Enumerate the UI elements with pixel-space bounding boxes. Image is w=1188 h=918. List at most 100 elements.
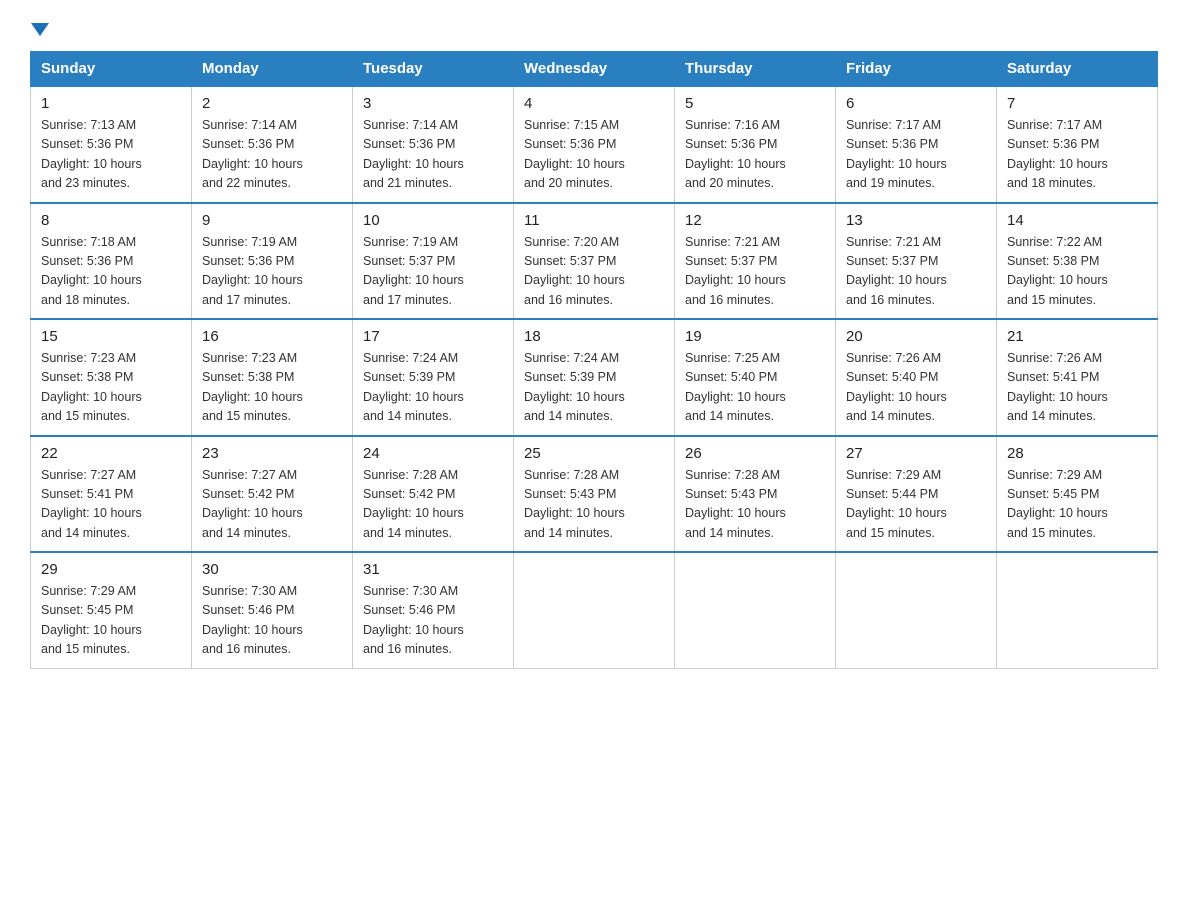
day-number: 2 — [202, 95, 342, 112]
calendar-cell: 26 Sunrise: 7:28 AMSunset: 5:43 PMDaylig… — [675, 436, 836, 553]
calendar-cell: 27 Sunrise: 7:29 AMSunset: 5:44 PMDaylig… — [836, 436, 997, 553]
calendar-cell: 25 Sunrise: 7:28 AMSunset: 5:43 PMDaylig… — [514, 436, 675, 553]
day-number: 5 — [685, 95, 825, 112]
day-number: 8 — [41, 212, 181, 229]
day-number: 4 — [524, 95, 664, 112]
calendar-cell — [675, 552, 836, 668]
calendar-cell: 1 Sunrise: 7:13 AMSunset: 5:36 PMDayligh… — [31, 86, 192, 203]
day-info: Sunrise: 7:29 AMSunset: 5:45 PMDaylight:… — [41, 584, 142, 656]
logo-triangle-icon — [31, 23, 49, 36]
day-info: Sunrise: 7:30 AMSunset: 5:46 PMDaylight:… — [202, 584, 303, 656]
day-info: Sunrise: 7:16 AMSunset: 5:36 PMDaylight:… — [685, 118, 786, 190]
day-number: 22 — [41, 445, 181, 462]
calendar-cell: 8 Sunrise: 7:18 AMSunset: 5:36 PMDayligh… — [31, 203, 192, 320]
day-number: 12 — [685, 212, 825, 229]
day-info: Sunrise: 7:19 AMSunset: 5:37 PMDaylight:… — [363, 235, 464, 307]
logo — [30, 20, 50, 33]
calendar-cell: 30 Sunrise: 7:30 AMSunset: 5:46 PMDaylig… — [192, 552, 353, 668]
calendar-cell: 3 Sunrise: 7:14 AMSunset: 5:36 PMDayligh… — [353, 86, 514, 203]
calendar-cell: 23 Sunrise: 7:27 AMSunset: 5:42 PMDaylig… — [192, 436, 353, 553]
calendar-cell: 24 Sunrise: 7:28 AMSunset: 5:42 PMDaylig… — [353, 436, 514, 553]
day-info: Sunrise: 7:14 AMSunset: 5:36 PMDaylight:… — [363, 118, 464, 190]
day-info: Sunrise: 7:25 AMSunset: 5:40 PMDaylight:… — [685, 351, 786, 423]
day-info: Sunrise: 7:27 AMSunset: 5:42 PMDaylight:… — [202, 468, 303, 540]
day-number: 7 — [1007, 95, 1147, 112]
day-info: Sunrise: 7:13 AMSunset: 5:36 PMDaylight:… — [41, 118, 142, 190]
calendar-cell: 7 Sunrise: 7:17 AMSunset: 5:36 PMDayligh… — [997, 86, 1158, 203]
calendar-cell: 6 Sunrise: 7:17 AMSunset: 5:36 PMDayligh… — [836, 86, 997, 203]
day-number: 28 — [1007, 445, 1147, 462]
day-info: Sunrise: 7:26 AMSunset: 5:40 PMDaylight:… — [846, 351, 947, 423]
calendar-cell: 9 Sunrise: 7:19 AMSunset: 5:36 PMDayligh… — [192, 203, 353, 320]
day-number: 3 — [363, 95, 503, 112]
calendar-cell: 28 Sunrise: 7:29 AMSunset: 5:45 PMDaylig… — [997, 436, 1158, 553]
day-header-saturday: Saturday — [997, 52, 1158, 87]
calendar-cell: 16 Sunrise: 7:23 AMSunset: 5:38 PMDaylig… — [192, 319, 353, 436]
day-number: 17 — [363, 328, 503, 345]
calendar-cell: 11 Sunrise: 7:20 AMSunset: 5:37 PMDaylig… — [514, 203, 675, 320]
calendar-cell: 13 Sunrise: 7:21 AMSunset: 5:37 PMDaylig… — [836, 203, 997, 320]
day-info: Sunrise: 7:19 AMSunset: 5:36 PMDaylight:… — [202, 235, 303, 307]
day-number: 31 — [363, 561, 503, 578]
day-header-sunday: Sunday — [31, 52, 192, 87]
calendar-cell: 18 Sunrise: 7:24 AMSunset: 5:39 PMDaylig… — [514, 319, 675, 436]
calendar-table: SundayMondayTuesdayWednesdayThursdayFrid… — [30, 51, 1158, 669]
calendar-cell: 10 Sunrise: 7:19 AMSunset: 5:37 PMDaylig… — [353, 203, 514, 320]
day-number: 15 — [41, 328, 181, 345]
day-info: Sunrise: 7:24 AMSunset: 5:39 PMDaylight:… — [524, 351, 625, 423]
day-info: Sunrise: 7:22 AMSunset: 5:38 PMDaylight:… — [1007, 235, 1108, 307]
calendar-cell: 21 Sunrise: 7:26 AMSunset: 5:41 PMDaylig… — [997, 319, 1158, 436]
day-number: 24 — [363, 445, 503, 462]
day-info: Sunrise: 7:17 AMSunset: 5:36 PMDaylight:… — [846, 118, 947, 190]
calendar-cell: 12 Sunrise: 7:21 AMSunset: 5:37 PMDaylig… — [675, 203, 836, 320]
day-info: Sunrise: 7:21 AMSunset: 5:37 PMDaylight:… — [846, 235, 947, 307]
day-number: 9 — [202, 212, 342, 229]
day-info: Sunrise: 7:29 AMSunset: 5:45 PMDaylight:… — [1007, 468, 1108, 540]
calendar-header-row: SundayMondayTuesdayWednesdayThursdayFrid… — [31, 52, 1158, 87]
calendar-cell: 31 Sunrise: 7:30 AMSunset: 5:46 PMDaylig… — [353, 552, 514, 668]
calendar-cell — [514, 552, 675, 668]
day-info: Sunrise: 7:28 AMSunset: 5:43 PMDaylight:… — [685, 468, 786, 540]
day-number: 25 — [524, 445, 664, 462]
day-number: 11 — [524, 212, 664, 229]
day-header-tuesday: Tuesday — [353, 52, 514, 87]
day-info: Sunrise: 7:30 AMSunset: 5:46 PMDaylight:… — [363, 584, 464, 656]
day-info: Sunrise: 7:21 AMSunset: 5:37 PMDaylight:… — [685, 235, 786, 307]
day-number: 6 — [846, 95, 986, 112]
day-info: Sunrise: 7:23 AMSunset: 5:38 PMDaylight:… — [202, 351, 303, 423]
day-number: 1 — [41, 95, 181, 112]
day-info: Sunrise: 7:28 AMSunset: 5:42 PMDaylight:… — [363, 468, 464, 540]
day-info: Sunrise: 7:28 AMSunset: 5:43 PMDaylight:… — [524, 468, 625, 540]
calendar-cell: 4 Sunrise: 7:15 AMSunset: 5:36 PMDayligh… — [514, 86, 675, 203]
day-info: Sunrise: 7:15 AMSunset: 5:36 PMDaylight:… — [524, 118, 625, 190]
calendar-week-row: 15 Sunrise: 7:23 AMSunset: 5:38 PMDaylig… — [31, 319, 1158, 436]
day-info: Sunrise: 7:29 AMSunset: 5:44 PMDaylight:… — [846, 468, 947, 540]
day-number: 14 — [1007, 212, 1147, 229]
day-info: Sunrise: 7:17 AMSunset: 5:36 PMDaylight:… — [1007, 118, 1108, 190]
calendar-cell: 15 Sunrise: 7:23 AMSunset: 5:38 PMDaylig… — [31, 319, 192, 436]
day-number: 16 — [202, 328, 342, 345]
calendar-cell: 29 Sunrise: 7:29 AMSunset: 5:45 PMDaylig… — [31, 552, 192, 668]
day-info: Sunrise: 7:23 AMSunset: 5:38 PMDaylight:… — [41, 351, 142, 423]
day-number: 20 — [846, 328, 986, 345]
day-number: 19 — [685, 328, 825, 345]
day-info: Sunrise: 7:27 AMSunset: 5:41 PMDaylight:… — [41, 468, 142, 540]
day-number: 18 — [524, 328, 664, 345]
calendar-cell: 20 Sunrise: 7:26 AMSunset: 5:40 PMDaylig… — [836, 319, 997, 436]
day-number: 10 — [363, 212, 503, 229]
day-info: Sunrise: 7:20 AMSunset: 5:37 PMDaylight:… — [524, 235, 625, 307]
calendar-cell: 5 Sunrise: 7:16 AMSunset: 5:36 PMDayligh… — [675, 86, 836, 203]
page-header — [30, 20, 1158, 33]
day-number: 27 — [846, 445, 986, 462]
day-number: 30 — [202, 561, 342, 578]
day-info: Sunrise: 7:26 AMSunset: 5:41 PMDaylight:… — [1007, 351, 1108, 423]
day-info: Sunrise: 7:14 AMSunset: 5:36 PMDaylight:… — [202, 118, 303, 190]
calendar-cell: 2 Sunrise: 7:14 AMSunset: 5:36 PMDayligh… — [192, 86, 353, 203]
calendar-cell: 19 Sunrise: 7:25 AMSunset: 5:40 PMDaylig… — [675, 319, 836, 436]
day-header-wednesday: Wednesday — [514, 52, 675, 87]
calendar-cell: 22 Sunrise: 7:27 AMSunset: 5:41 PMDaylig… — [31, 436, 192, 553]
day-info: Sunrise: 7:24 AMSunset: 5:39 PMDaylight:… — [363, 351, 464, 423]
calendar-week-row: 29 Sunrise: 7:29 AMSunset: 5:45 PMDaylig… — [31, 552, 1158, 668]
calendar-cell: 14 Sunrise: 7:22 AMSunset: 5:38 PMDaylig… — [997, 203, 1158, 320]
day-number: 21 — [1007, 328, 1147, 345]
